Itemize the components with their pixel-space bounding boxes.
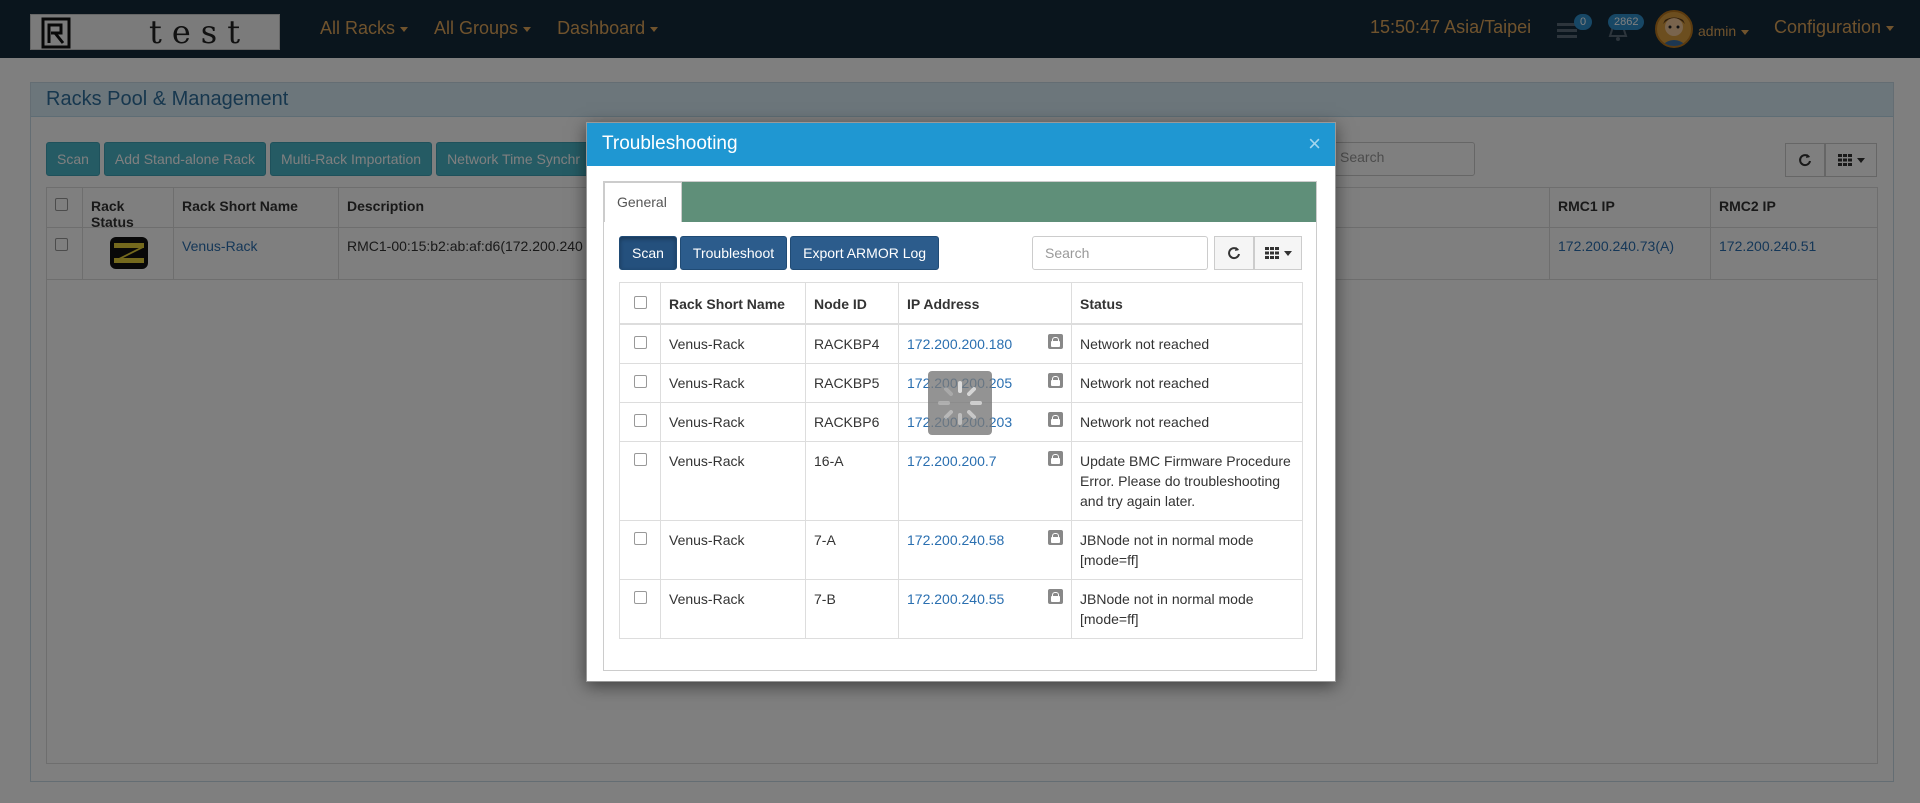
select-all-checkbox[interactable] <box>633 295 647 309</box>
lock-icon[interactable] <box>1048 450 1063 466</box>
rack-cell: Venus-Rack <box>660 519 806 580</box>
status-cell: JBNode not in normal mode [mode=ff] <box>1071 578 1303 639</box>
close-icon[interactable]: × <box>1308 131 1321 157</box>
export-armor-log-button[interactable]: Export ARMOR Log <box>790 236 940 270</box>
caret-down-icon <box>1283 250 1292 256</box>
node-cell: RACKBP6 <box>805 401 899 442</box>
node-cell: 16-A <box>805 440 899 521</box>
rack-cell: Venus-Rack <box>660 440 806 521</box>
refresh-icon <box>1228 247 1240 260</box>
table-row[interactable]: Venus-Rack 7-A 172.200.240.58 JBNode not… <box>619 519 1303 580</box>
modal-toolbar: Scan Troubleshoot Export ARMOR Log <box>619 236 940 270</box>
node-cell: 7-A <box>805 519 899 580</box>
row-checkbox[interactable] <box>633 590 647 604</box>
status-cell: Network not reached <box>1071 323 1303 364</box>
ip-link[interactable]: 172.200.240.58 <box>907 532 1004 548</box>
ip-link[interactable]: 172.200.200.180 <box>907 336 1012 352</box>
rack-cell: Venus-Rack <box>660 323 806 364</box>
tab-general[interactable]: General <box>604 182 682 222</box>
modal-columns-button[interactable] <box>1254 236 1302 270</box>
row-checkbox[interactable] <box>633 374 647 388</box>
lock-icon[interactable] <box>1048 588 1063 604</box>
modal-refresh-button[interactable] <box>1214 236 1254 270</box>
lock-icon[interactable] <box>1048 411 1063 427</box>
spinner-icon <box>938 381 982 425</box>
rack-cell: Venus-Rack <box>660 362 806 403</box>
col-rack-short-name[interactable]: Rack Short Name <box>660 282 806 325</box>
table-header-row: Rack Short Name Node ID IP Address Statu… <box>619 282 1303 325</box>
loading-spinner <box>928 371 992 435</box>
lock-icon[interactable] <box>1048 372 1063 388</box>
table-row[interactable]: Venus-Rack 7-B 172.200.240.55 JBNode not… <box>619 578 1303 639</box>
node-cell: RACKBP5 <box>805 362 899 403</box>
status-cell: Update BMC Firmware Procedure Error. Ple… <box>1071 440 1303 521</box>
modal-scan-button[interactable]: Scan <box>619 236 677 270</box>
row-checkbox[interactable] <box>633 452 647 466</box>
rack-cell: Venus-Rack <box>660 401 806 442</box>
row-checkbox[interactable] <box>633 413 647 427</box>
ip-link[interactable]: 172.200.240.55 <box>907 591 1004 607</box>
table-row[interactable]: Venus-Rack RACKBP4 172.200.200.180 Netwo… <box>619 323 1303 364</box>
status-cell: JBNode not in normal mode [mode=ff] <box>1071 519 1303 580</box>
tabs-bar: General <box>604 182 1316 222</box>
lock-icon[interactable] <box>1048 529 1063 545</box>
troubleshooting-table: Rack Short Name Node ID IP Address Statu… <box>619 282 1303 639</box>
col-ip-address[interactable]: IP Address <box>898 282 1072 325</box>
lock-icon[interactable] <box>1048 333 1063 349</box>
modal-search-input[interactable]: Search <box>1032 236 1208 270</box>
status-cell: Network not reached <box>1071 401 1303 442</box>
modal-header: Troubleshooting × <box>587 123 1335 166</box>
table-row[interactable]: Venus-Rack 16-A 172.200.200.7 Update BMC… <box>619 440 1303 521</box>
col-node-id[interactable]: Node ID <box>805 282 899 325</box>
status-cell: Network not reached <box>1071 362 1303 403</box>
row-checkbox[interactable] <box>633 531 647 545</box>
modal-table-tools <box>1214 236 1302 270</box>
rack-cell: Venus-Rack <box>660 578 806 639</box>
node-cell: 7-B <box>805 578 899 639</box>
row-checkbox[interactable] <box>633 335 647 349</box>
troubleshoot-button[interactable]: Troubleshoot <box>679 236 788 270</box>
ip-link[interactable]: 172.200.200.7 <box>907 453 997 469</box>
grid-icon <box>1264 247 1279 259</box>
node-cell: RACKBP4 <box>805 323 899 364</box>
col-status[interactable]: Status <box>1071 282 1303 325</box>
modal-title: Troubleshooting <box>602 133 738 154</box>
